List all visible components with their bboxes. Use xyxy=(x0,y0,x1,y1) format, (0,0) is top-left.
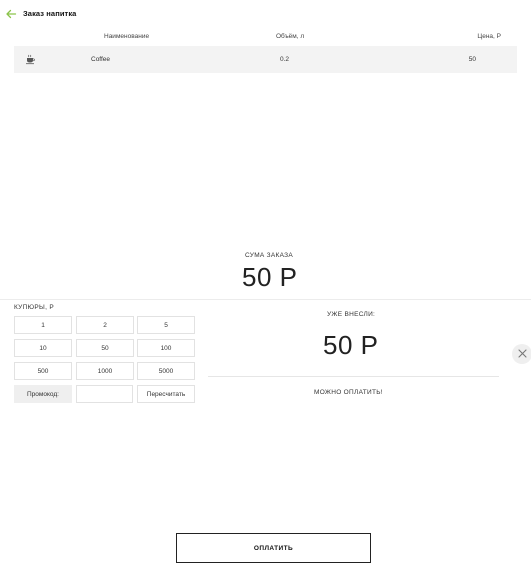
column-header-price: Цена, Р xyxy=(477,33,501,40)
divider xyxy=(0,299,531,300)
recalculate-button[interactable]: Пересчитать xyxy=(137,385,195,403)
promo-code-label: Промокод: xyxy=(14,385,72,403)
coffee-cup-icon xyxy=(25,54,36,65)
row-volume: 0.2 xyxy=(280,56,290,63)
order-table: Наименование Объём, л Цена, Р Coffee 0.2… xyxy=(14,30,517,73)
bill-button-5000[interactable]: 5000 xyxy=(137,362,195,380)
paid-label: УЖЕ ВНЕСЛИ: xyxy=(327,311,376,318)
promo-code-input[interactable] xyxy=(76,385,133,403)
table-row: Coffee 0.2 50 xyxy=(14,46,517,73)
divider xyxy=(208,376,499,377)
bills-label: КУПЮРЫ, Р xyxy=(14,304,54,311)
bill-button-5[interactable]: 5 xyxy=(137,316,195,334)
order-sum-label: СУМА ЗАКАЗА xyxy=(245,252,294,259)
column-header-volume: Объём, л xyxy=(276,33,305,40)
bill-button-500[interactable]: 500 xyxy=(14,362,72,380)
back-arrow-icon[interactable] xyxy=(5,7,17,19)
payment-status: МОЖНО ОПЛАТИТЬ! xyxy=(314,389,383,396)
bill-button-50[interactable]: 50 xyxy=(76,339,134,357)
row-name: Coffee xyxy=(91,56,111,63)
close-button[interactable] xyxy=(512,344,531,364)
order-sum-value: 50 Р xyxy=(242,262,298,292)
header: Заказ напитка xyxy=(5,6,76,20)
paid-value: 50 Р xyxy=(323,330,379,360)
page-title: Заказ напитка xyxy=(23,8,77,18)
bill-button-100[interactable]: 100 xyxy=(137,339,195,357)
close-icon xyxy=(517,345,527,363)
row-price: 50 xyxy=(468,56,476,63)
pay-button[interactable]: ОПЛАТИТЬ xyxy=(176,533,371,563)
bill-button-1000[interactable]: 1000 xyxy=(76,362,134,380)
bill-button-1[interactable]: 1 xyxy=(14,316,72,334)
table-header: Наименование Объём, л Цена, Р xyxy=(14,30,517,46)
bill-button-2[interactable]: 2 xyxy=(76,316,134,334)
bill-button-10[interactable]: 10 xyxy=(14,339,72,357)
column-header-name: Наименование xyxy=(104,33,150,40)
